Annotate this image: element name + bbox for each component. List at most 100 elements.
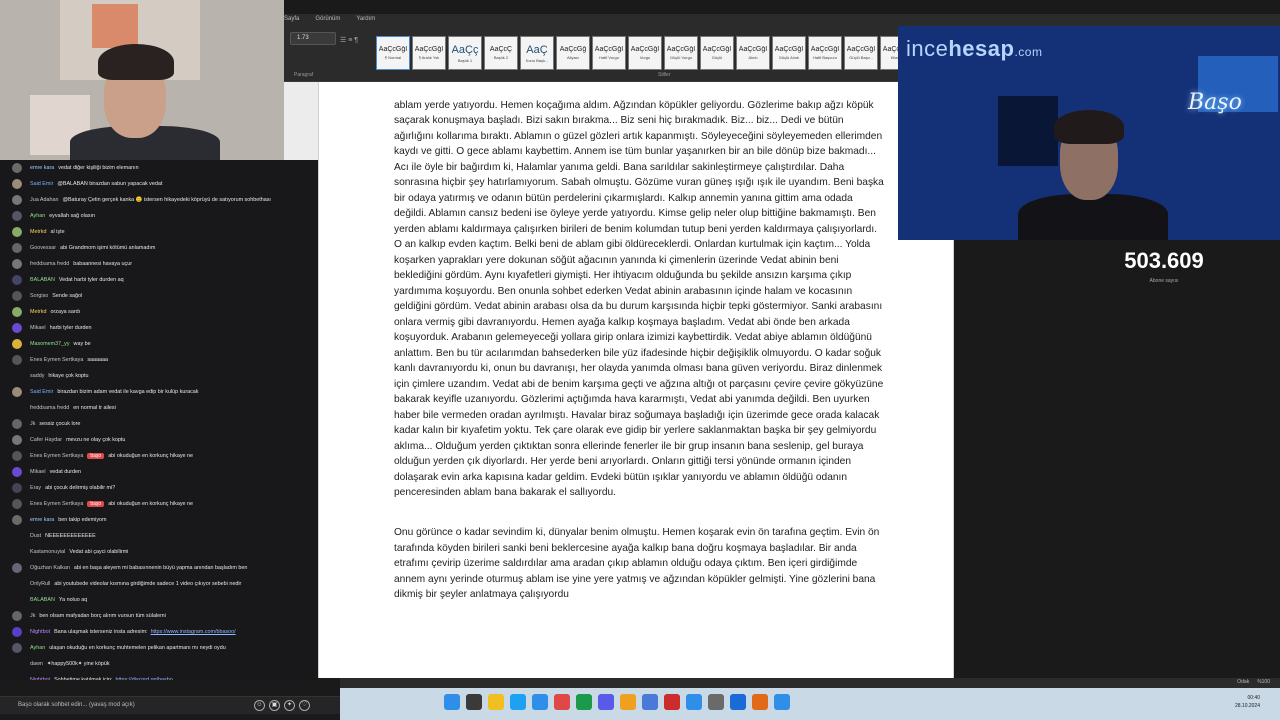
chat-username[interactable]: Jua Adahan bbox=[30, 197, 58, 203]
style-tile[interactable]: AaÇcĞğİ Hafif Başvuru bbox=[808, 36, 842, 70]
chat-username[interactable]: Nightbot bbox=[30, 677, 50, 680]
user-avatar[interactable] bbox=[12, 531, 22, 541]
style-tile[interactable]: AaÇcĞğ Altyazı bbox=[556, 36, 590, 70]
user-avatar[interactable] bbox=[12, 291, 22, 301]
chat-link[interactable]: https://discord.gg/basho bbox=[116, 677, 173, 680]
chat-username[interactable]: Ayhan bbox=[30, 645, 45, 651]
style-tile[interactable]: AaÇcĞğİ Güçlü bbox=[700, 36, 734, 70]
user-avatar[interactable] bbox=[12, 227, 22, 237]
chat-username[interactable]: Kastamonuyial bbox=[30, 549, 65, 555]
user-avatar[interactable] bbox=[12, 435, 22, 445]
tab-view[interactable]: Görünüm bbox=[315, 16, 340, 30]
document-text[interactable]: ablam yerde yatıyordu. Hemen koçağıma al… bbox=[394, 82, 884, 627]
user-avatar[interactable] bbox=[12, 547, 22, 557]
style-tile[interactable]: AaÇcĞğİ Hafif Vurgu bbox=[592, 36, 626, 70]
user-avatar[interactable] bbox=[12, 307, 22, 317]
focus-mode-button[interactable]: Odak bbox=[1237, 679, 1249, 685]
style-tile[interactable]: AaÇç Başlık 1 bbox=[448, 36, 482, 70]
taskbar-app-icon[interactable] bbox=[774, 694, 790, 710]
taskbar-app-icon[interactable] bbox=[598, 694, 614, 710]
cheer-icon[interactable]: ✦ bbox=[284, 700, 295, 711]
chat-username[interactable]: OnlyRull bbox=[30, 581, 50, 587]
chat-username[interactable]: Mikael bbox=[30, 325, 46, 331]
chat-username[interactable]: freddsama fredd bbox=[30, 261, 69, 267]
chat-username[interactable]: Eray bbox=[30, 485, 41, 491]
taskbar-app-icon[interactable] bbox=[730, 694, 746, 710]
font-size-box[interactable]: 1.73 bbox=[290, 32, 336, 45]
chat-username[interactable]: BALABAN bbox=[30, 597, 55, 603]
emote-icon[interactable]: ☺ bbox=[254, 700, 265, 711]
taskbar-app-icon[interactable] bbox=[642, 694, 658, 710]
user-avatar[interactable] bbox=[12, 371, 22, 381]
paragraph-1[interactable]: ablam yerde yatıyordu. Hemen koçağıma al… bbox=[394, 98, 884, 501]
user-avatar[interactable] bbox=[12, 275, 22, 285]
user-avatar[interactable] bbox=[12, 163, 22, 173]
chat-username[interactable]: Nightbot bbox=[30, 629, 50, 635]
style-tile[interactable]: AaÇcĞğİ Vurgu bbox=[628, 36, 662, 70]
chat-username[interactable]: Masomem37_yy bbox=[30, 341, 70, 347]
chat-username[interactable]: Metrkd bbox=[30, 229, 46, 235]
taskbar-app-icon[interactable] bbox=[532, 694, 548, 710]
zoom-level[interactable]: %100 bbox=[1257, 679, 1270, 685]
style-tile[interactable]: AaÇ Konu Başlı... bbox=[520, 36, 554, 70]
taskbar-app-icon[interactable] bbox=[554, 694, 570, 710]
chat-username[interactable]: Jk bbox=[30, 613, 35, 619]
user-avatar[interactable] bbox=[12, 339, 22, 349]
style-tile[interactable]: AaÇcĞğİ Güçlü Başv... bbox=[844, 36, 878, 70]
chat-username[interactable]: Enes Eymen Sertkaya bbox=[30, 501, 83, 507]
user-avatar[interactable] bbox=[12, 243, 22, 253]
taskbar-app-icon[interactable] bbox=[510, 694, 526, 710]
user-avatar[interactable] bbox=[12, 659, 22, 669]
style-tile[interactable]: AaÇcĞğİ Alıntı bbox=[736, 36, 770, 70]
taskbar-app-icon[interactable] bbox=[664, 694, 680, 710]
taskbar-app-icon[interactable] bbox=[752, 694, 768, 710]
heart-icon[interactable]: ♡ bbox=[299, 700, 310, 711]
taskbar-app-icon[interactable] bbox=[686, 694, 702, 710]
chat-username[interactable]: BALABAN bbox=[30, 277, 55, 283]
user-avatar[interactable] bbox=[12, 675, 22, 680]
chat-username[interactable]: Metrkd bbox=[30, 309, 46, 315]
taskbar-app-icon[interactable] bbox=[466, 694, 482, 710]
chat-username[interactable]: Said Emir bbox=[30, 181, 53, 187]
user-avatar[interactable] bbox=[12, 259, 22, 269]
user-avatar[interactable] bbox=[12, 643, 22, 653]
chat-input-bar[interactable]: Başo olarak sohbet edin... (yavaş mod aç… bbox=[0, 696, 340, 714]
user-avatar[interactable] bbox=[12, 179, 22, 189]
paragraph-2[interactable]: Onu görünce o kadar sevindim ki, dünyala… bbox=[394, 525, 884, 603]
chat-username[interactable]: Enes Eymen Sertkaya bbox=[30, 453, 83, 459]
chat-username[interactable]: Goovessar bbox=[30, 245, 56, 251]
chat-username[interactable]: freddsama fredd bbox=[30, 405, 69, 411]
user-avatar[interactable] bbox=[12, 611, 22, 621]
chat-username[interactable]: Said Emir bbox=[30, 389, 53, 395]
chat-username[interactable]: dawn bbox=[30, 661, 43, 667]
user-avatar[interactable] bbox=[12, 595, 22, 605]
user-avatar[interactable] bbox=[12, 483, 22, 493]
user-avatar[interactable] bbox=[12, 627, 22, 637]
chat-link[interactable]: https://www.instagram.com/bbasoo/ bbox=[151, 629, 236, 635]
chat-username[interactable]: saddy bbox=[30, 373, 44, 379]
user-avatar[interactable] bbox=[12, 451, 22, 461]
taskbar-app-icon[interactable] bbox=[708, 694, 724, 710]
user-avatar[interactable] bbox=[12, 211, 22, 221]
taskbar-app-icon[interactable] bbox=[444, 694, 460, 710]
chat-username[interactable]: Enes Eymen Sertkaya bbox=[30, 357, 83, 363]
user-avatar[interactable] bbox=[12, 563, 22, 573]
gif-icon[interactable]: ▣ bbox=[269, 700, 280, 711]
chat-input[interactable]: Başo olarak sohbet edin... (yavaş mod aç… bbox=[18, 702, 135, 708]
chat-username[interactable]: Jk bbox=[30, 421, 35, 427]
taskbar-app-icon[interactable] bbox=[620, 694, 636, 710]
style-tile[interactable]: AaÇcĞğİ Güçlü Alıntı bbox=[772, 36, 806, 70]
taskbar-clock[interactable]: 00:40 28.10.2024 bbox=[1235, 694, 1260, 710]
chat-username[interactable]: Sorgiso bbox=[30, 293, 48, 299]
user-avatar[interactable] bbox=[12, 419, 22, 429]
chat-username[interactable]: emre kara bbox=[30, 165, 54, 171]
chat-username[interactable]: Cafer Haydar bbox=[30, 437, 62, 443]
user-avatar[interactable] bbox=[12, 499, 22, 509]
user-avatar[interactable] bbox=[12, 467, 22, 477]
user-avatar[interactable] bbox=[12, 195, 22, 205]
document-page[interactable]: ablam yerde yatıyordu. Hemen koçağıma al… bbox=[318, 82, 954, 678]
user-avatar[interactable] bbox=[12, 403, 22, 413]
taskbar-app-icon[interactable] bbox=[576, 694, 592, 710]
paragraph-tools-icon[interactable]: ☰ ≡ ¶ bbox=[340, 36, 358, 44]
style-tile[interactable]: AaÇcĞğİ ¶ Aralık Yok bbox=[412, 36, 446, 70]
